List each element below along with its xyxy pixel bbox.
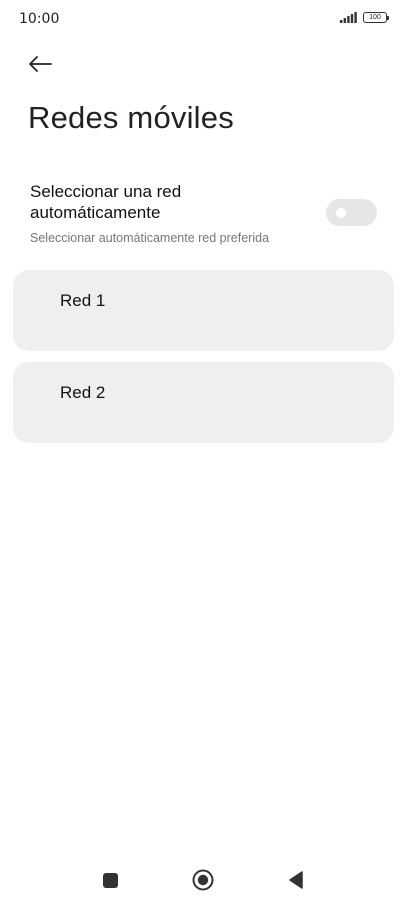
network-item-red-1[interactable]: Red 1 [13,270,394,351]
battery-icon: 100 [363,12,389,23]
auto-select-toggle[interactable] [326,199,377,226]
recents-button[interactable] [95,867,125,893]
recents-square-icon [102,872,118,888]
nav-back-button[interactable] [281,867,311,893]
home-button[interactable] [188,867,218,893]
back-button[interactable] [22,48,58,80]
status-time: 10:00 [19,11,60,27]
page-title: Redes móviles [28,100,234,135]
battery-level: 100 [369,14,381,21]
navigation-bar [0,855,407,905]
auto-select-title: Seleccionar una red automáticamente [30,182,182,222]
auto-select-subtitle: Seleccionar automáticamente red preferid… [30,231,270,245]
network-label: Red 1 [60,291,106,310]
home-circle-icon [192,869,214,891]
signal-icon [340,12,357,23]
back-triangle-icon [289,871,303,889]
toggle-knob [336,208,346,218]
network-label: Red 2 [60,383,106,402]
auto-select-row[interactable]: Seleccionar una red automáticamente Sele… [0,176,407,256]
network-item-red-2[interactable]: Red 2 [13,362,394,443]
arrow-left-icon [29,56,52,72]
status-bar: 10:00 100 [0,0,407,40]
status-icons: 100 [340,12,389,23]
